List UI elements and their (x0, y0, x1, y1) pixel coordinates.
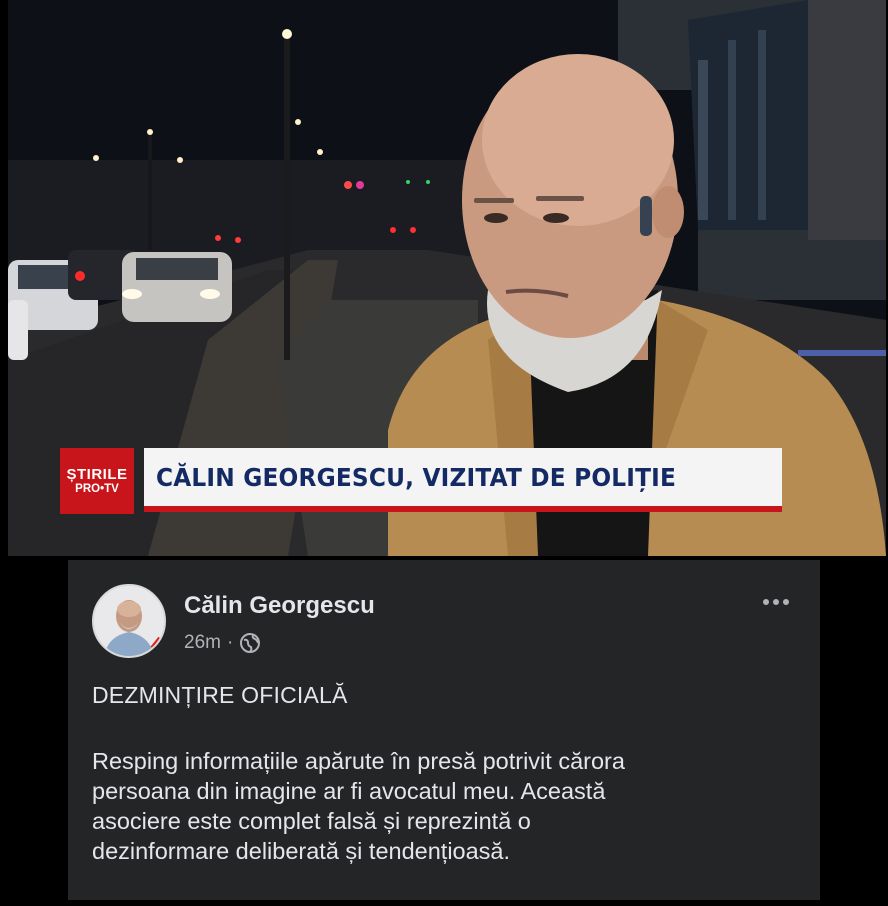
post-timestamp[interactable]: 26m (184, 632, 221, 654)
avatar[interactable] (92, 584, 166, 658)
facebook-post: Călin Georgescu 26m · DEZMINȚIRE OFICIAL… (68, 560, 820, 900)
post-meta: 26m · (184, 632, 261, 654)
news-headline: CĂLIN GEORGESCU, VIZITAT DE POLIȚIE (156, 462, 677, 492)
avatar-photo (94, 586, 164, 656)
globe-icon (239, 632, 261, 654)
headline-banner: CĂLIN GEORGESCU, VIZITAT DE POLIȚIE (144, 448, 782, 512)
stirile-protv-logo: ȘTIRILE PRO•TV (60, 448, 134, 514)
news-lower-third: ȘTIRILE PRO•TV CĂLIN GEORGESCU, VIZITAT … (60, 448, 782, 514)
brand-line-2: PRO•TV (75, 482, 119, 495)
meta-separator: · (226, 632, 234, 653)
post-title: DEZMINȚIRE OFICIALĂ (92, 682, 348, 708)
post-body-line: asociere este complet falsă și reprezint… (92, 808, 531, 834)
post-body-line: dezinformare deliberată și tendențioasă. (92, 838, 511, 864)
brand-line-1: ȘTIRILE (66, 466, 128, 484)
post-body: Resping informațiile apărute în presă po… (92, 746, 792, 866)
more-options-icon[interactable] (756, 592, 796, 612)
post-body-line: persoana din imagine ar fi avocatul meu.… (92, 778, 606, 804)
post-author-name[interactable]: Călin Georgescu (184, 592, 375, 620)
post-body-line: Resping informațiile apărute în presă po… (92, 748, 625, 774)
news-video-frame: ȘTIRILE PRO•TV CĂLIN GEORGESCU, VIZITAT … (8, 0, 886, 556)
